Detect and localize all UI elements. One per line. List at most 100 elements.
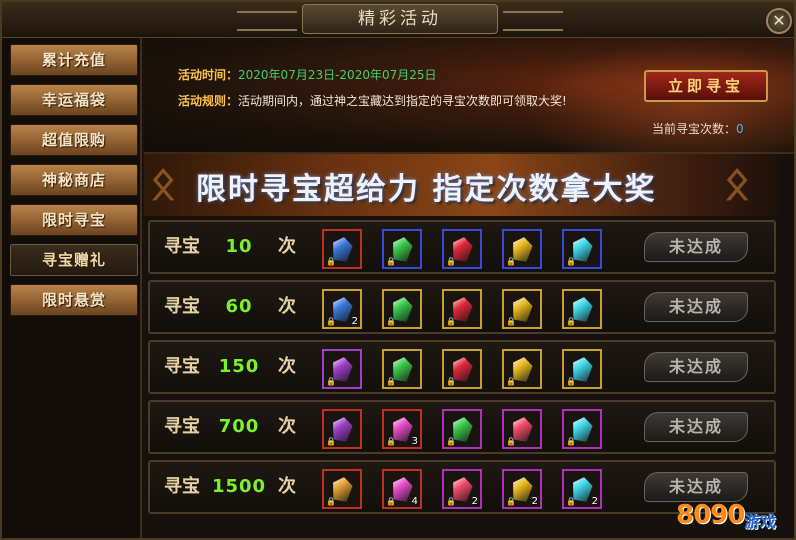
reward-item[interactable]: 🔒 [442, 409, 482, 449]
reward-item[interactable]: 🔒 2 [502, 469, 542, 509]
reward-item[interactable]: 🔒 [502, 409, 542, 449]
reward-item[interactable]: 🔒 [442, 289, 482, 329]
activity-rule-line: 活动规则：活动期间内，通过神之宝藏达到指定的寻宝次数即可领取大奖! [178, 92, 567, 109]
activity-rule-value: 活动期间内，通过神之宝藏达到指定的寻宝次数即可领取大奖! [238, 94, 567, 108]
activity-time-line: 活动时间：2020年07月23日-2020年07月25日 [178, 66, 437, 83]
threshold-suffix: 次 [278, 296, 296, 317]
claim-status-button[interactable]: 未达成 [644, 292, 748, 322]
reward-item[interactable]: 🔒 [442, 349, 482, 389]
sidebar-item[interactable]: 限时悬赏 [10, 284, 138, 316]
bound-lock-icon: 🔒 [326, 497, 336, 506]
reward-row: 寻宝 60 次 🔒 2 🔒 🔒 🔒 🔒 未达成 [148, 280, 776, 334]
threshold-prefix: 寻宝 [164, 296, 200, 317]
bound-lock-icon: 🔒 [506, 257, 516, 266]
close-button[interactable]: ✕ [766, 8, 792, 34]
reward-item[interactable]: 🔒 [502, 229, 542, 269]
sidebar-item[interactable]: 累计充值 [10, 44, 138, 76]
bound-lock-icon: 🔒 [386, 317, 396, 326]
threshold-prefix: 寻宝 [164, 416, 200, 437]
sidebar-item[interactable]: 神秘商店 [10, 164, 138, 196]
claim-status-button[interactable]: 未达成 [644, 412, 748, 442]
reward-item[interactable]: 🔒 4 [382, 469, 422, 509]
threshold-count: 10 [225, 236, 253, 257]
reward-item[interactable]: 🔒 2 [442, 469, 482, 509]
sidebar-item[interactable]: 限时寻宝 [10, 204, 138, 236]
threshold-suffix: 次 [278, 476, 296, 497]
reward-item[interactable]: 🔒 [562, 289, 602, 329]
threshold-prefix: 寻宝 [164, 356, 200, 377]
treasure-count: 当前寻宝次数：0 [652, 120, 744, 137]
reward-item[interactable]: 🔒 2 [322, 289, 362, 329]
bound-lock-icon: 🔒 [326, 317, 336, 326]
bound-lock-icon: 🔒 [326, 257, 336, 266]
watermark-text: 8090 [676, 500, 745, 530]
bound-lock-icon: 🔒 [566, 257, 576, 266]
bound-lock-icon: 🔒 [446, 317, 456, 326]
reward-item[interactable]: 🔒 [322, 409, 362, 449]
treasure-count-value: 0 [736, 122, 744, 136]
reward-item[interactable]: 🔒 [562, 409, 602, 449]
reward-item[interactable]: 🔒 [382, 349, 422, 389]
bound-lock-icon: 🔒 [446, 257, 456, 266]
rune-icon: ᛟ [724, 158, 751, 209]
item-quantity: 3 [411, 436, 418, 447]
reward-item[interactable]: 🔒 [442, 229, 482, 269]
bound-lock-icon: 🔒 [386, 257, 396, 266]
bound-lock-icon: 🔒 [566, 377, 576, 386]
threshold-suffix: 次 [278, 236, 296, 257]
item-quantity: 4 [411, 496, 418, 507]
item-quantity: 2 [591, 496, 598, 507]
bound-lock-icon: 🔒 [446, 437, 456, 446]
reward-item[interactable]: 🔒 3 [382, 409, 422, 449]
reward-item[interactable]: 🔒 [562, 229, 602, 269]
reward-threshold: 寻宝 700 次 [164, 402, 296, 452]
reward-item[interactable]: 🔒 [562, 349, 602, 389]
title-bar: 精彩活动 ✕ [2, 2, 794, 38]
sidebar: 累计充值幸运福袋超值限购神秘商店限时寻宝寻宝赠礼限时悬赏 [2, 38, 142, 538]
reward-item[interactable]: 🔒 [502, 349, 542, 389]
reward-row: 寻宝 10 次 🔒 🔒 🔒 🔒 🔒 未达成 [148, 220, 776, 274]
reward-item[interactable]: 🔒 [502, 289, 542, 329]
activity-time-value: 2020年07月23日-2020年07月25日 [238, 68, 437, 82]
sidebar-item[interactable]: 寻宝赠礼 [10, 244, 138, 276]
reward-row: 寻宝 700 次 🔒 🔒 3 🔒 🔒 🔒 未达成 [148, 400, 776, 454]
activity-header: 活动时间：2020年07月23日-2020年07月25日 活动规则：活动期间内，… [144, 38, 794, 154]
treasure-hunt-button[interactable]: 立即寻宝 [644, 70, 768, 102]
activity-time-label: 活动时间： [178, 68, 239, 82]
sidebar-item[interactable]: 幸运福袋 [10, 84, 138, 116]
reward-item[interactable]: 🔒 [322, 469, 362, 509]
reward-item[interactable]: 🔒 2 [562, 469, 602, 509]
bound-lock-icon: 🔒 [506, 317, 516, 326]
banner-text: 限时寻宝超给力 指定次数拿大奖 [196, 172, 657, 207]
reward-item[interactable]: 🔒 [322, 349, 362, 389]
reward-item[interactable]: 🔒 [382, 289, 422, 329]
bound-lock-icon: 🔒 [506, 377, 516, 386]
bound-lock-icon: 🔒 [386, 377, 396, 386]
bound-lock-icon: 🔒 [506, 437, 516, 446]
bound-lock-icon: 🔒 [326, 377, 336, 386]
reward-threshold: 寻宝 150 次 [164, 342, 296, 392]
reward-threshold: 寻宝 60 次 [164, 282, 296, 332]
item-quantity: 2 [531, 496, 538, 507]
claim-status-button[interactable]: 未达成 [644, 352, 748, 382]
activity-window: 精彩活动 ✕ 累计充值幸运福袋超值限购神秘商店限时寻宝寻宝赠礼限时悬赏 活动时间… [0, 0, 796, 540]
item-quantity: 2 [351, 316, 358, 327]
bound-lock-icon: 🔒 [446, 377, 456, 386]
bound-lock-icon: 🔒 [446, 497, 456, 506]
rune-icon: ᛟ [150, 158, 177, 209]
bound-lock-icon: 🔒 [386, 497, 396, 506]
threshold-count: 1500 [211, 476, 267, 497]
bound-lock-icon: 🔒 [386, 437, 396, 446]
reward-item[interactable]: 🔒 [382, 229, 422, 269]
site-watermark: 8090 游戏 [674, 494, 794, 538]
threshold-prefix: 寻宝 [164, 476, 200, 497]
reward-threshold: 寻宝 10 次 [164, 222, 296, 272]
threshold-prefix: 寻宝 [164, 236, 200, 257]
bound-lock-icon: 🔒 [326, 437, 336, 446]
activity-rule-label: 活动规则： [178, 94, 239, 108]
reward-item[interactable]: 🔒 [322, 229, 362, 269]
sidebar-item[interactable]: 超值限购 [10, 124, 138, 156]
reward-list: 寻宝 10 次 🔒 🔒 🔒 🔒 🔒 未达成 寻宝 60 次 🔒 2 🔒 🔒 🔒 🔒 未达成 寻宝 150 次 🔒 🔒 🔒 🔒 🔒 未达… [144, 216, 780, 538]
claim-status-button[interactable]: 未达成 [644, 232, 748, 262]
threshold-count: 700 [218, 416, 260, 437]
